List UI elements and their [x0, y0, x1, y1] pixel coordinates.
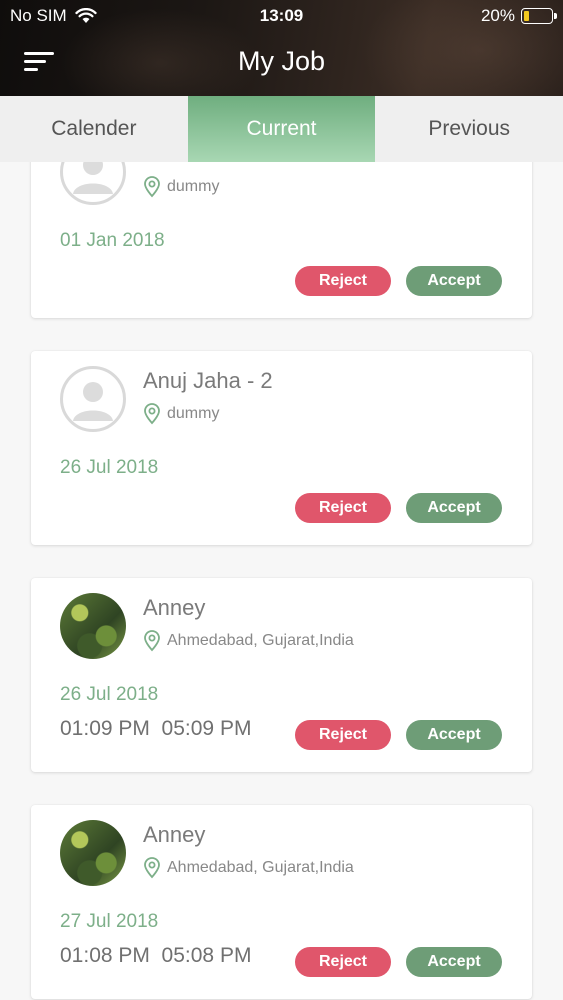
- job-card[interactable]: Anuj Jaha - 2 dummy 26 Jul 2018 Reject A…: [31, 351, 532, 545]
- battery-level: [524, 11, 529, 21]
- tab-bar: Calender Current Previous: [0, 96, 563, 162]
- battery-icon: [521, 8, 557, 24]
- reject-button[interactable]: Reject: [295, 720, 391, 750]
- job-location-text: dummy: [167, 178, 220, 195]
- reject-button[interactable]: Reject: [295, 493, 391, 523]
- battery-nub: [554, 13, 557, 19]
- tab-current[interactable]: Current: [187, 96, 376, 162]
- clock: 13:09: [259, 6, 304, 25]
- battery-status: 20%: [480, 6, 557, 26]
- job-date: 26 Jul 2018: [60, 684, 159, 705]
- job-times: 01:08 PM 05:08 PM: [60, 944, 252, 967]
- job-location: Ahmedabad, Gujarat,India: [143, 630, 354, 652]
- job-list[interactable]: dummy 01 Jan 2018 Reject Accept Anuj Jah…: [0, 162, 563, 1000]
- accept-button[interactable]: Accept: [406, 947, 502, 977]
- avatar-photo: [60, 820, 126, 886]
- avatar-photo: [60, 593, 126, 659]
- accept-button[interactable]: Accept: [406, 266, 502, 296]
- job-client-name: Anuj Jaha - 2: [143, 368, 273, 393]
- location-pin-icon: [144, 630, 160, 652]
- job-card[interactable]: Anney Ahmedabad, Gujarat,India 26 Jul 20…: [31, 578, 532, 772]
- tab-previous[interactable]: Previous: [375, 96, 563, 162]
- job-client-name: Anney: [143, 595, 206, 620]
- job-location-text: Ahmedabad, Gujarat,India: [167, 859, 354, 876]
- job-client-name: Anney: [143, 822, 206, 847]
- accept-button[interactable]: Accept: [406, 720, 502, 750]
- status-bar: No SIM 13:09 20%: [0, 0, 563, 32]
- location-pin-icon: [144, 176, 160, 198]
- page-title: My Job: [237, 46, 326, 76]
- job-location: dummy: [143, 176, 219, 198]
- job-card[interactable]: dummy 01 Jan 2018 Reject Accept: [31, 162, 532, 318]
- job-date: 27 Jul 2018: [60, 911, 159, 932]
- job-location-text: Ahmedabad, Gujarat,India: [167, 632, 354, 649]
- location-pin-icon: [144, 857, 160, 879]
- reject-button[interactable]: Reject: [295, 266, 391, 296]
- job-location: dummy: [143, 403, 219, 425]
- job-date: 01 Jan 2018: [60, 230, 165, 251]
- accept-button[interactable]: Accept: [406, 493, 502, 523]
- avatar-placeholder-icon: [60, 162, 126, 205]
- reject-button[interactable]: Reject: [295, 947, 391, 977]
- avatar-placeholder-icon: [60, 366, 126, 432]
- job-card[interactable]: Anney Ahmedabad, Gujarat,India 27 Jul 20…: [31, 805, 532, 999]
- battery-percent: 20%: [480, 6, 515, 25]
- job-times: 01:09 PM 05:09 PM: [60, 717, 252, 740]
- job-date: 26 Jul 2018: [60, 457, 159, 478]
- job-location-text: dummy: [167, 405, 220, 422]
- location-pin-icon: [144, 403, 160, 425]
- tab-calender[interactable]: Calender: [0, 96, 188, 162]
- job-location: Ahmedabad, Gujarat,India: [143, 857, 354, 879]
- app-header: No SIM 13:09 20% My Job: [0, 0, 563, 96]
